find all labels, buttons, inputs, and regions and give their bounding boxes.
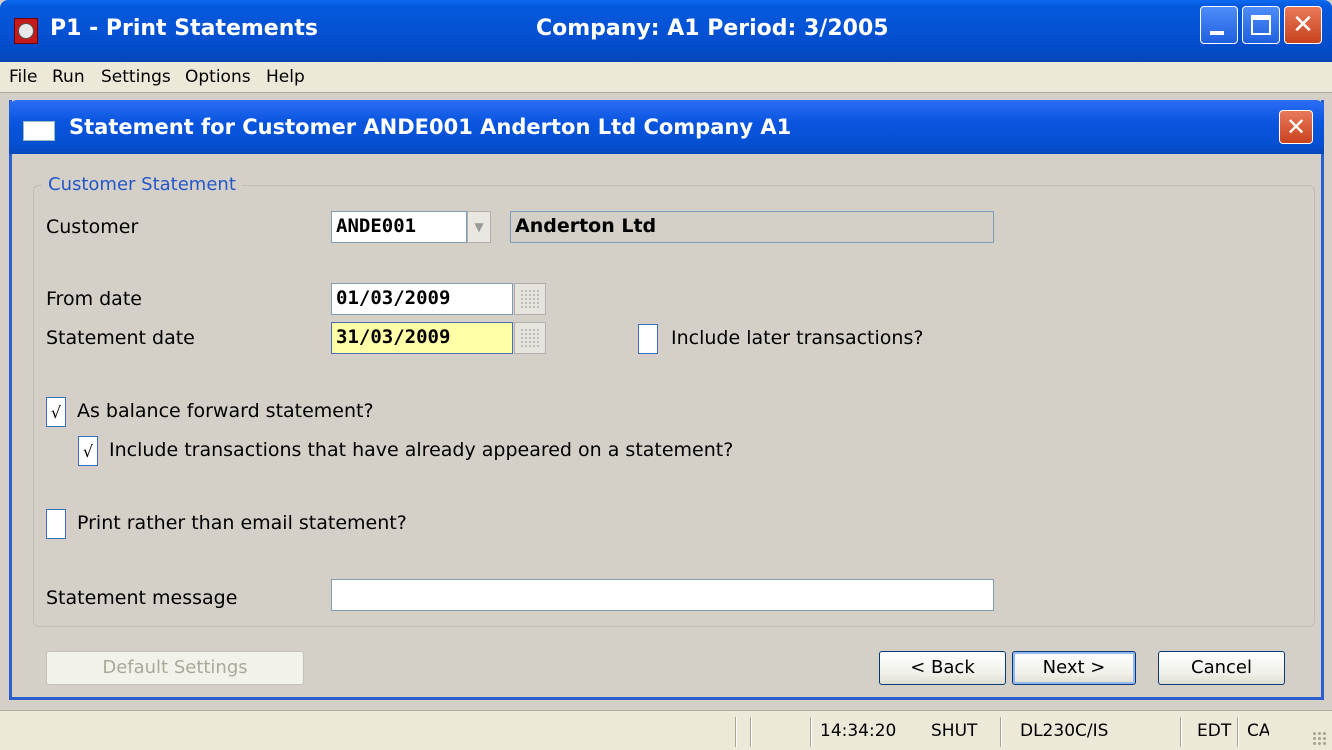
minimize-button[interactable]: [1200, 6, 1238, 44]
from-date-label: From date: [46, 288, 142, 310]
status-separator: [810, 717, 812, 747]
customer-code-input[interactable]: ANDE001: [331, 211, 467, 243]
menu-settings[interactable]: Settings: [101, 67, 171, 87]
statement-date-calendar-button[interactable]: [514, 322, 546, 354]
print-rather-label: Print rather than email statement?: [77, 512, 407, 534]
status-separator: [735, 717, 737, 747]
from-date-input[interactable]: 01/03/2009: [331, 283, 513, 315]
status-bar: 14:34:20 SHUT DL230C/IS EDT CA: [0, 710, 1332, 750]
dialog-titlebar[interactable]: Statement for Customer ANDE001 Anderton …: [9, 100, 1324, 154]
include-appeared-checkbox[interactable]: √: [78, 436, 98, 466]
from-date-calendar-button[interactable]: [514, 283, 546, 315]
customer-label: Customer: [46, 216, 139, 238]
status-edit-mode: EDT: [1197, 721, 1232, 741]
company-period-label: Company: A1 Period: 3/2005: [536, 16, 889, 41]
statement-message-input[interactable]: [331, 579, 994, 611]
statement-date-label: Statement date: [46, 327, 195, 349]
balance-forward-checkbox[interactable]: √: [46, 397, 66, 427]
maximize-icon: [1251, 15, 1271, 35]
maximize-button[interactable]: [1242, 6, 1280, 44]
status-caps: CA: [1247, 721, 1269, 741]
status-separator: [1180, 717, 1182, 747]
menubar-divider: [0, 92, 1332, 99]
print-rather-checkbox[interactable]: [46, 509, 66, 539]
status-server: DL230C/IS: [1020, 721, 1109, 741]
status-separator: [750, 717, 752, 747]
status-separator: [1237, 717, 1239, 747]
default-settings-button[interactable]: Default Settings: [46, 651, 304, 685]
next-button[interactable]: Next >: [1012, 651, 1136, 685]
statement-date-input[interactable]: 31/03/2009: [331, 322, 513, 354]
menu-file[interactable]: File: [9, 67, 37, 87]
minimize-icon: [1210, 31, 1224, 35]
include-appeared-label: Include transactions that have already a…: [109, 439, 734, 461]
menu-help[interactable]: Help: [266, 67, 305, 87]
balance-forward-label: As balance forward statement?: [77, 400, 374, 422]
status-time: 14:34:20: [820, 721, 897, 741]
window-titlebar[interactable]: P1 - Print Statements Company: A1 Period…: [0, 0, 1332, 62]
statement-message-label: Statement message: [46, 587, 238, 609]
status-mode: SHUT: [931, 721, 978, 741]
resize-grip-icon[interactable]: [1312, 731, 1326, 745]
dialog-window-icon: [23, 121, 55, 141]
close-window-button[interactable]: ✕: [1284, 6, 1322, 44]
menu-run[interactable]: Run: [52, 67, 85, 87]
cancel-button[interactable]: Cancel: [1158, 651, 1285, 685]
menubar: File Run Settings Options Help: [0, 62, 1332, 92]
status-separator: [1000, 717, 1002, 747]
include-later-checkbox[interactable]: [638, 324, 658, 354]
menu-options[interactable]: Options: [185, 67, 251, 87]
customer-dropdown-button[interactable]: ▼: [467, 211, 491, 243]
dialog-title: Statement for Customer ANDE001 Anderton …: [69, 115, 792, 139]
app-icon[interactable]: [14, 18, 38, 44]
customer-name-field: Anderton Ltd: [510, 211, 994, 243]
close-icon: ✕: [1292, 10, 1314, 40]
chevron-down-icon: ▼: [474, 220, 484, 234]
dialog-close-button[interactable]: ✕: [1279, 110, 1313, 144]
include-later-label: Include later transactions?: [671, 327, 924, 349]
back-button[interactable]: < Back: [879, 651, 1006, 685]
window-title: P1 - Print Statements: [50, 16, 318, 41]
close-icon: ✕: [1285, 113, 1307, 141]
group-label: Customer Statement: [42, 174, 242, 195]
